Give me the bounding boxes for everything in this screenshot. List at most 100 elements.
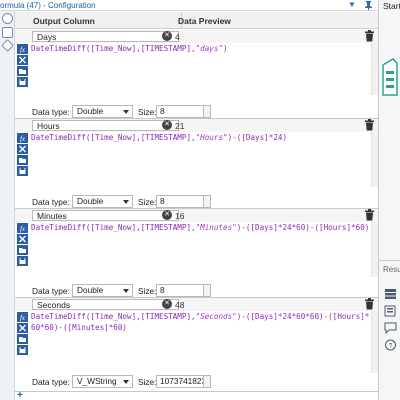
expression-code: )-([Days]*24) — [227, 133, 288, 142]
size-value: 8 — [160, 106, 165, 116]
output-column-name-input[interactable]: Seconds — [32, 299, 179, 310]
data-type-label: Data type: — [32, 197, 70, 207]
chevron-down-icon[interactable]: ▼ — [348, 0, 356, 9]
expression-tools: fx — [15, 311, 30, 356]
save-icon[interactable] — [17, 77, 28, 87]
data-type-select[interactable]: Double — [72, 195, 133, 208]
expression-code: DateTimeDiff([Time_Now],[TIMESTAMP], — [31, 44, 196, 53]
clear-expression-icon[interactable] — [17, 234, 28, 244]
annotation-icon[interactable] — [2, 27, 13, 38]
expression-scrollbar[interactable] — [371, 311, 378, 373]
output-column-name: Days — [37, 32, 57, 42]
clear-expression-icon[interactable] — [17, 323, 28, 333]
message-icon[interactable] — [384, 322, 397, 334]
window-title: ormula (47) - Configuration — [0, 1, 96, 10]
tag-icon[interactable] — [1, 39, 14, 52]
expression-string-literal: "Seconds" — [195, 312, 237, 321]
size-input[interactable]: 8 — [156, 284, 204, 297]
data-type-select[interactable]: Double — [72, 105, 133, 118]
pin-icon[interactable] — [364, 0, 373, 12]
data-type-value: V_WString — [77, 376, 117, 386]
start-illustration — [382, 58, 398, 96]
output-column-name-input[interactable]: Hours — [32, 120, 179, 131]
formula-field: Minutes ✕ 16 fx DateTimeDiff([Time_Now],… — [15, 209, 378, 298]
data-type-select[interactable]: V_WString — [72, 375, 133, 388]
trash-icon[interactable] — [364, 209, 375, 221]
clear-x-icon[interactable]: ✕ — [162, 210, 172, 220]
trash-icon[interactable] — [364, 298, 375, 310]
size-label: Size: — [138, 107, 157, 117]
start-tab[interactable]: Start — [383, 1, 400, 11]
size-spinner[interactable] — [203, 105, 211, 118]
expression-editor[interactable]: DateTimeDiff([Time_Now],[TIMESTAMP],"day… — [31, 43, 370, 95]
size-spinner[interactable] — [203, 195, 211, 208]
expression-editor[interactable]: DateTimeDiff([Time_Now],[TIMESTAMP],"Hou… — [31, 132, 370, 187]
open-folder-icon[interactable] — [17, 155, 28, 165]
function-icon[interactable]: fx — [17, 223, 28, 233]
size-value: 1073741823 — [160, 376, 207, 386]
dropdown-arrow-icon — [123, 380, 129, 384]
svg-text:fx: fx — [20, 314, 26, 322]
save-icon[interactable] — [17, 256, 28, 266]
trash-icon[interactable] — [364, 30, 375, 42]
expression-editor[interactable]: DateTimeDiff([Time_Now],[TIMESTAMP],"Sec… — [31, 311, 370, 373]
save-icon[interactable] — [17, 166, 28, 176]
list-icon[interactable] — [384, 305, 397, 317]
size-value: 8 — [160, 285, 165, 295]
data-type-label: Data type: — [32, 377, 70, 387]
open-folder-icon[interactable] — [17, 334, 28, 344]
size-spinner[interactable] — [203, 375, 211, 388]
output-column-name: Seconds — [37, 300, 71, 310]
expression-scrollbar[interactable] — [371, 222, 378, 277]
field-name-row: Days ✕ 4 — [15, 30, 378, 43]
function-icon[interactable]: fx — [17, 312, 28, 322]
formula-field: Hours ✕ 21 fx DateTimeDiff([Time_Now],[T… — [15, 119, 378, 209]
results-tab[interactable]: Resu — [383, 265, 400, 274]
add-field-button[interactable]: + — [17, 391, 27, 400]
expression-scrollbar[interactable] — [371, 132, 378, 187]
svg-text:fx: fx — [20, 46, 26, 54]
trash-icon[interactable] — [364, 119, 375, 131]
data-preview-value: 16 — [175, 211, 185, 221]
expression-code: ) — [223, 44, 228, 53]
clear-x-icon[interactable]: ✕ — [162, 120, 172, 130]
expression-scrollbar[interactable] — [371, 43, 378, 95]
config-icon[interactable] — [2, 13, 13, 24]
clear-expression-icon[interactable] — [17, 144, 28, 154]
output-column-name-input[interactable]: Minutes — [32, 210, 179, 221]
svg-text:fx: fx — [20, 135, 26, 143]
size-spinner[interactable] — [203, 284, 211, 297]
data-type-select[interactable]: Double — [72, 284, 133, 297]
clear-x-icon[interactable]: ✕ — [162, 299, 172, 309]
data-type-value: Double — [77, 106, 104, 116]
svg-text:?: ? — [389, 343, 393, 350]
expression-tools: fx — [15, 132, 30, 177]
open-folder-icon[interactable] — [17, 245, 28, 255]
column-header: Output Column Data Preview — [15, 12, 378, 29]
clear-expression-icon[interactable] — [17, 55, 28, 65]
clear-x-icon[interactable]: ✕ — [162, 31, 172, 41]
output-column-name-input[interactable]: Days — [32, 31, 179, 42]
field-name-row: Minutes ✕ 16 — [15, 209, 378, 222]
size-input[interactable]: 8 — [156, 195, 204, 208]
open-folder-icon[interactable] — [17, 66, 28, 76]
function-icon[interactable]: fx — [17, 44, 28, 54]
formula-configuration-window: ormula (47) - Configuration ▼ Output Col… — [0, 0, 400, 400]
data-preview-header: Data Preview — [178, 16, 231, 26]
formula-field: Seconds ✕ 48 fx DateTimeDiff([Time_Now],… — [15, 298, 378, 392]
expression-editor[interactable]: DateTimeDiff([Time_Now],[TIMESTAMP],"Min… — [31, 222, 370, 277]
pane-divider[interactable] — [379, 260, 400, 261]
output-column-header: Output Column — [33, 16, 95, 26]
function-icon[interactable]: fx — [17, 133, 28, 143]
help-icon[interactable]: ? — [384, 339, 397, 351]
size-input[interactable]: 1073741823 — [156, 375, 207, 388]
table-icon[interactable] — [384, 288, 397, 300]
save-icon[interactable] — [17, 345, 28, 355]
expression-code: DateTimeDiff([Time_Now],[TIMESTAMP], — [31, 312, 196, 321]
expression-code: DateTimeDiff([Time_Now],[TIMESTAMP], — [31, 133, 196, 142]
expression-string-literal: "Minutes" — [195, 223, 237, 232]
expression-code: DateTimeDiff([Time_Now],[TIMESTAMP], — [31, 223, 196, 232]
expression-string-literal: "Hours" — [195, 133, 228, 142]
data-type-label: Data type: — [32, 107, 70, 117]
size-input[interactable]: 8 — [156, 105, 204, 118]
